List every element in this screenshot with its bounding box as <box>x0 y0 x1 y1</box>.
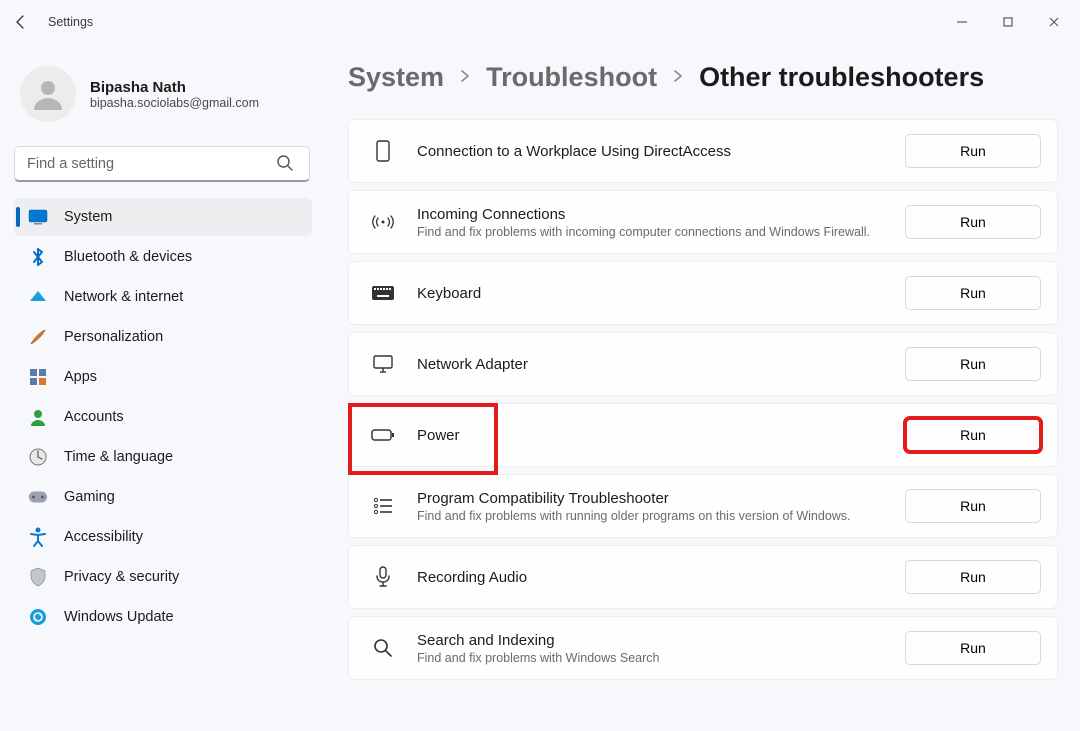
sidebar-item-label: Apps <box>64 369 97 385</box>
sidebar-item-apps[interactable]: Apps <box>14 358 312 396</box>
sidebar-item-bluetooth[interactable]: Bluetooth & devices <box>14 238 312 276</box>
keyboard-icon <box>371 281 395 305</box>
search-icon <box>276 154 294 175</box>
run-button[interactable]: Run <box>905 631 1041 665</box>
troubleshooter-row-directaccess: Connection to a Workplace Using DirectAc… <box>348 119 1058 183</box>
gamepad-icon <box>28 487 48 507</box>
sidebar-item-privacy[interactable]: Privacy & security <box>14 558 312 596</box>
battery-icon <box>371 423 395 447</box>
brush-icon <box>28 327 48 347</box>
troubleshooter-title: Keyboard <box>417 285 905 302</box>
troubleshooter-row-incoming: Incoming Connections Find and fix proble… <box>348 190 1058 254</box>
monitor-icon <box>371 352 395 376</box>
sidebar-item-gaming[interactable]: Gaming <box>14 478 312 516</box>
minimize-button[interactable] <box>954 14 970 30</box>
troubleshooter-title: Network Adapter <box>417 356 905 373</box>
search-icon <box>371 636 395 660</box>
run-button[interactable]: Run <box>905 560 1041 594</box>
maximize-button[interactable] <box>1000 14 1016 30</box>
app-title: Settings <box>48 15 93 29</box>
run-button[interactable]: Run <box>905 205 1041 239</box>
troubleshooter-row-search-indexing: Search and Indexing Find and fix problem… <box>348 616 1058 680</box>
clock-globe-icon <box>28 447 48 467</box>
sidebar-item-label: Accessibility <box>64 529 143 545</box>
sidebar: Bipasha Nath bipasha.sociolabs@gmail.com… <box>0 44 322 731</box>
avatar <box>20 66 76 122</box>
user-name: Bipasha Nath <box>90 79 259 96</box>
sidebar-item-label: Privacy & security <box>64 569 179 585</box>
sidebar-item-label: Personalization <box>64 329 163 345</box>
sidebar-item-label: Windows Update <box>64 609 174 625</box>
search-input[interactable] <box>14 146 310 182</box>
device-icon <box>371 139 395 163</box>
microphone-icon <box>371 565 395 589</box>
person-icon <box>28 407 48 427</box>
sidebar-item-label: Time & language <box>64 449 173 465</box>
sidebar-item-system[interactable]: System <box>14 198 312 236</box>
list-icon <box>371 494 395 518</box>
troubleshooter-title: Connection to a Workplace Using DirectAc… <box>417 143 905 160</box>
run-button[interactable]: Run <box>905 276 1041 310</box>
sidebar-item-accounts[interactable]: Accounts <box>14 398 312 436</box>
sidebar-item-accessibility[interactable]: Accessibility <box>14 518 312 556</box>
troubleshooter-subtitle: Find and fix problems with running older… <box>417 509 905 523</box>
breadcrumb-troubleshoot[interactable]: Troubleshoot <box>486 62 657 93</box>
breadcrumb: System Troubleshoot Other troubleshooter… <box>348 62 1058 93</box>
sidebar-item-label: System <box>64 209 112 225</box>
signal-icon <box>371 210 395 234</box>
run-button[interactable]: Run <box>905 418 1041 452</box>
sidebar-item-windows-update[interactable]: Windows Update <box>14 598 312 636</box>
chevron-right-icon <box>671 69 685 86</box>
sidebar-item-label: Gaming <box>64 489 115 505</box>
apps-icon <box>28 367 48 387</box>
shield-icon <box>28 567 48 587</box>
troubleshooter-subtitle: Find and fix problems with incoming comp… <box>417 225 905 239</box>
user-email: bipasha.sociolabs@gmail.com <box>90 96 259 110</box>
chevron-right-icon <box>458 69 472 86</box>
bluetooth-icon <box>28 247 48 267</box>
troubleshooter-title: Search and Indexing <box>417 632 905 649</box>
run-button[interactable]: Run <box>905 134 1041 168</box>
close-button[interactable] <box>1046 14 1062 30</box>
sidebar-item-label: Accounts <box>64 409 124 425</box>
accessibility-icon <box>28 527 48 547</box>
sidebar-item-label: Network & internet <box>64 289 183 305</box>
troubleshooter-title: Program Compatibility Troubleshooter <box>417 490 905 507</box>
breadcrumb-system[interactable]: System <box>348 62 444 93</box>
sidebar-item-time-language[interactable]: Time & language <box>14 438 312 476</box>
wifi-icon <box>28 287 48 307</box>
window-controls <box>954 14 1072 30</box>
sidebar-item-network[interactable]: Network & internet <box>14 278 312 316</box>
troubleshooter-row-recording-audio: Recording Audio Run <box>348 545 1058 609</box>
troubleshooter-row-program-compat: Program Compatibility Troubleshooter Fin… <box>348 474 1058 538</box>
troubleshooter-row-network-adapter: Network Adapter Run <box>348 332 1058 396</box>
breadcrumb-current: Other troubleshooters <box>699 62 984 93</box>
back-button[interactable] <box>12 13 30 31</box>
sidebar-nav: System Bluetooth & devices Network & int… <box>14 198 312 636</box>
troubleshooter-row-power: Power Run <box>348 403 1058 467</box>
troubleshooter-title: Recording Audio <box>417 569 905 586</box>
run-button[interactable]: Run <box>905 489 1041 523</box>
sidebar-item-label: Bluetooth & devices <box>64 249 192 265</box>
run-button[interactable]: Run <box>905 347 1041 381</box>
update-icon <box>28 607 48 627</box>
user-profile[interactable]: Bipasha Nath bipasha.sociolabs@gmail.com <box>14 58 312 140</box>
troubleshooter-subtitle: Find and fix problems with Windows Searc… <box>417 651 905 665</box>
troubleshooter-title: Incoming Connections <box>417 206 905 223</box>
troubleshooter-title: Power <box>417 427 905 444</box>
main-content: System Troubleshoot Other troubleshooter… <box>322 44 1080 731</box>
sidebar-item-personalization[interactable]: Personalization <box>14 318 312 356</box>
troubleshooter-row-keyboard: Keyboard Run <box>348 261 1058 325</box>
display-icon <box>28 207 48 227</box>
titlebar: Settings <box>0 0 1080 44</box>
